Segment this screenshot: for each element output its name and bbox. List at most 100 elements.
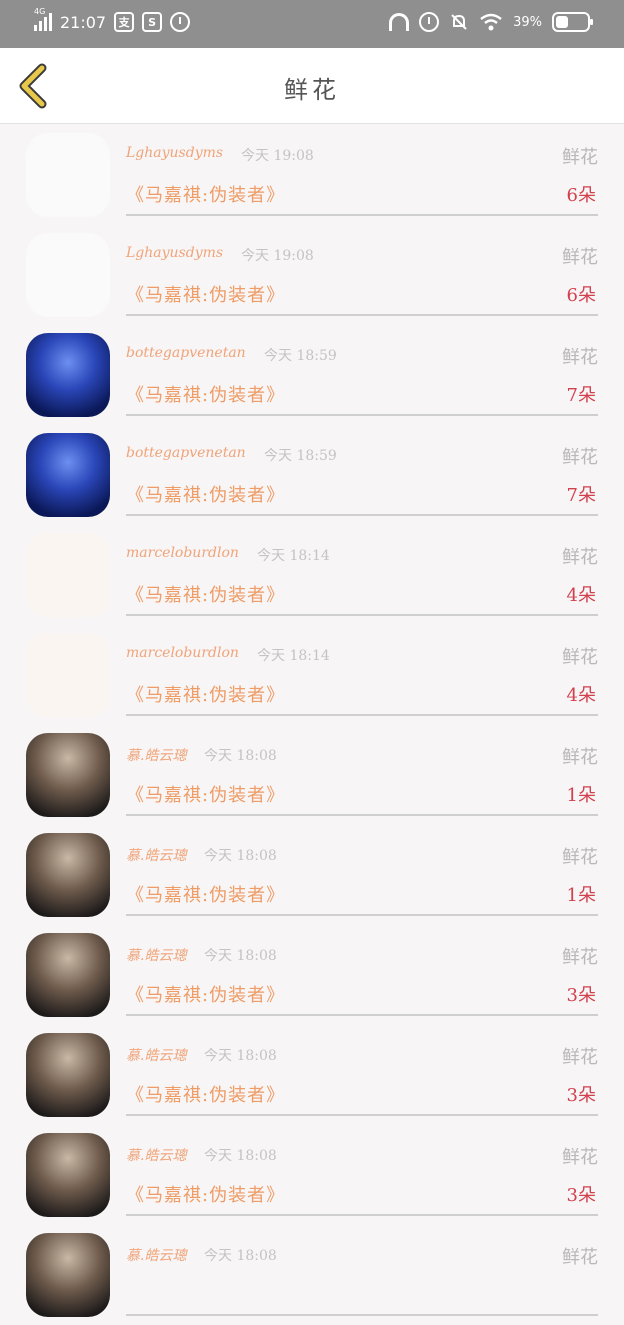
divider [126,1314,598,1316]
divider [126,514,598,516]
gift-type: 鲜花 [562,747,598,768]
timestamp: 今天 18:08 [204,1148,277,1164]
timestamp: 今天 18:14 [257,648,330,664]
app-icon: 支 [114,12,135,32]
gift-type: 鲜花 [562,1247,598,1268]
song-title: 《马嘉祺:伪装者》 [126,185,286,206]
song-title: 《马嘉祺:伪装者》 [126,785,286,806]
gift-type: 鲜花 [562,147,598,168]
avatar[interactable] [26,133,110,217]
username[interactable]: 慕.皓云璁 [126,945,186,965]
list-item[interactable]: Lghayusdyms 今天 19:08 鲜花 《马嘉祺:伪装者》 6朵 [0,125,624,225]
username[interactable]: Lghayusdyms [126,245,223,261]
alarm-icon [419,12,440,32]
gift-count: 6朵 [566,185,596,206]
timestamp: 今天 19:08 [241,148,314,164]
avatar[interactable] [26,1033,110,1117]
song-title: 《马嘉祺:伪装者》 [126,885,286,906]
gift-type: 鲜花 [562,247,598,268]
divider [126,1014,598,1016]
list-item[interactable]: 慕.皓云璁 今天 18:08 鲜花 《马嘉祺:伪装者》 3朵 [0,925,624,1025]
username[interactable]: 慕.皓云璁 [126,745,186,765]
username[interactable]: 慕.皓云璁 [126,1245,186,1265]
song-title: 《马嘉祺:伪装者》 [126,1185,286,1206]
gift-type: 鲜花 [562,547,598,568]
gift-count: 6朵 [566,285,596,306]
gift-count: 1朵 [566,885,596,906]
song-title: 《马嘉祺:伪装者》 [126,385,286,406]
nav-bar: 鲜花 [0,48,624,124]
list-item[interactable]: 慕.皓云璁 今天 18:08 鲜花 《马嘉祺:伪装者》 1朵 [0,725,624,825]
divider [126,1114,598,1116]
song-title: 《马嘉祺:伪装者》 [126,285,286,306]
list-item[interactable]: bottegapvenetan 今天 18:59 鲜花 《马嘉祺:伪装者》 7朵 [0,325,624,425]
timestamp: 今天 18:08 [204,748,277,764]
list-item[interactable]: 慕.皓云璁 今天 18:08 鲜花 《马嘉祺:伪装者》 3朵 [0,1025,624,1125]
username[interactable]: 慕.皓云璁 [126,1145,186,1165]
divider [126,314,598,316]
timestamp: 今天 18:08 [204,848,277,864]
avatar[interactable] [26,433,110,517]
avatar[interactable] [26,933,110,1017]
gift-count: 3朵 [566,985,596,1006]
gift-count: 4朵 [566,585,596,606]
gift-count: 7朵 [566,485,596,506]
timestamp: 今天 18:59 [264,348,337,364]
username[interactable]: Lghayusdyms [126,145,223,161]
list-item[interactable]: marceloburdlon 今天 18:14 鲜花 《马嘉祺:伪装者》 4朵 [0,525,624,625]
list-item[interactable]: marceloburdlon 今天 18:14 鲜花 《马嘉祺:伪装者》 4朵 [0,625,624,725]
song-title: 《马嘉祺:伪装者》 [126,985,286,1006]
timestamp: 今天 18:08 [204,1248,277,1264]
gift-type: 鲜花 [562,947,598,968]
status-left: 4G 21:07 支 S [34,7,191,32]
username[interactable]: marceloburdlon [126,545,239,561]
avatar[interactable] [26,733,110,817]
timestamp: 今天 18:08 [204,948,277,964]
gift-count: 3朵 [566,1085,596,1106]
divider [126,914,598,916]
gift-type: 鲜花 [562,447,598,468]
clock: 21:07 [60,12,107,32]
username[interactable]: 慕.皓云璁 [126,845,186,865]
list-item[interactable]: 慕.皓云璁 今天 18:08 鲜花 《马嘉祺:伪装者》 1朵 [0,825,624,925]
gift-type: 鲜花 [562,1047,598,1068]
battery-icon [552,12,593,32]
list-item[interactable]: 慕.皓云璁 今天 18:08 鲜花 《马嘉祺:伪装者》 3朵 [0,1125,624,1225]
signal-icon: 4G [34,7,52,31]
list-item[interactable]: Lghayusdyms 今天 19:08 鲜花 《马嘉祺:伪装者》 6朵 [0,225,624,325]
song-title: 《马嘉祺:伪装者》 [126,485,286,506]
username[interactable]: bottegapvenetan [126,445,246,461]
divider [126,1214,598,1216]
avatar[interactable] [26,833,110,917]
gift-count: 1朵 [566,785,596,806]
username[interactable]: bottegapvenetan [126,345,246,361]
gift-type: 鲜花 [562,847,598,868]
list-item[interactable]: 慕.皓云璁 今天 18:08 鲜花 [0,1225,624,1325]
gift-count: 4朵 [566,685,596,706]
timestamp: 今天 18:08 [204,1048,277,1064]
list-item[interactable]: bottegapvenetan 今天 18:59 鲜花 《马嘉祺:伪装者》 7朵 [0,425,624,525]
timestamp: 今天 18:14 [257,548,330,564]
divider [126,414,598,416]
avatar[interactable] [26,633,110,717]
network-type: 4G [34,7,46,16]
app-icon: S [142,12,163,32]
wifi-icon [480,13,502,31]
gift-count: 7朵 [566,385,596,406]
alarm-icon [170,12,191,32]
avatar[interactable] [26,1233,110,1317]
mute-icon [451,14,467,30]
headset-icon [389,13,410,31]
song-title: 《马嘉祺:伪装者》 [126,585,286,606]
gift-type: 鲜花 [562,347,598,368]
page-title: 鲜花 [284,76,340,104]
username[interactable]: marceloburdlon [126,645,239,661]
avatar[interactable] [26,1133,110,1217]
avatar[interactable] [26,533,110,617]
timestamp: 今天 18:59 [264,448,337,464]
avatar[interactable] [26,233,110,317]
gift-count: 3朵 [566,1185,596,1206]
username[interactable]: 慕.皓云璁 [126,1045,186,1065]
divider [126,814,598,816]
avatar[interactable] [26,333,110,417]
